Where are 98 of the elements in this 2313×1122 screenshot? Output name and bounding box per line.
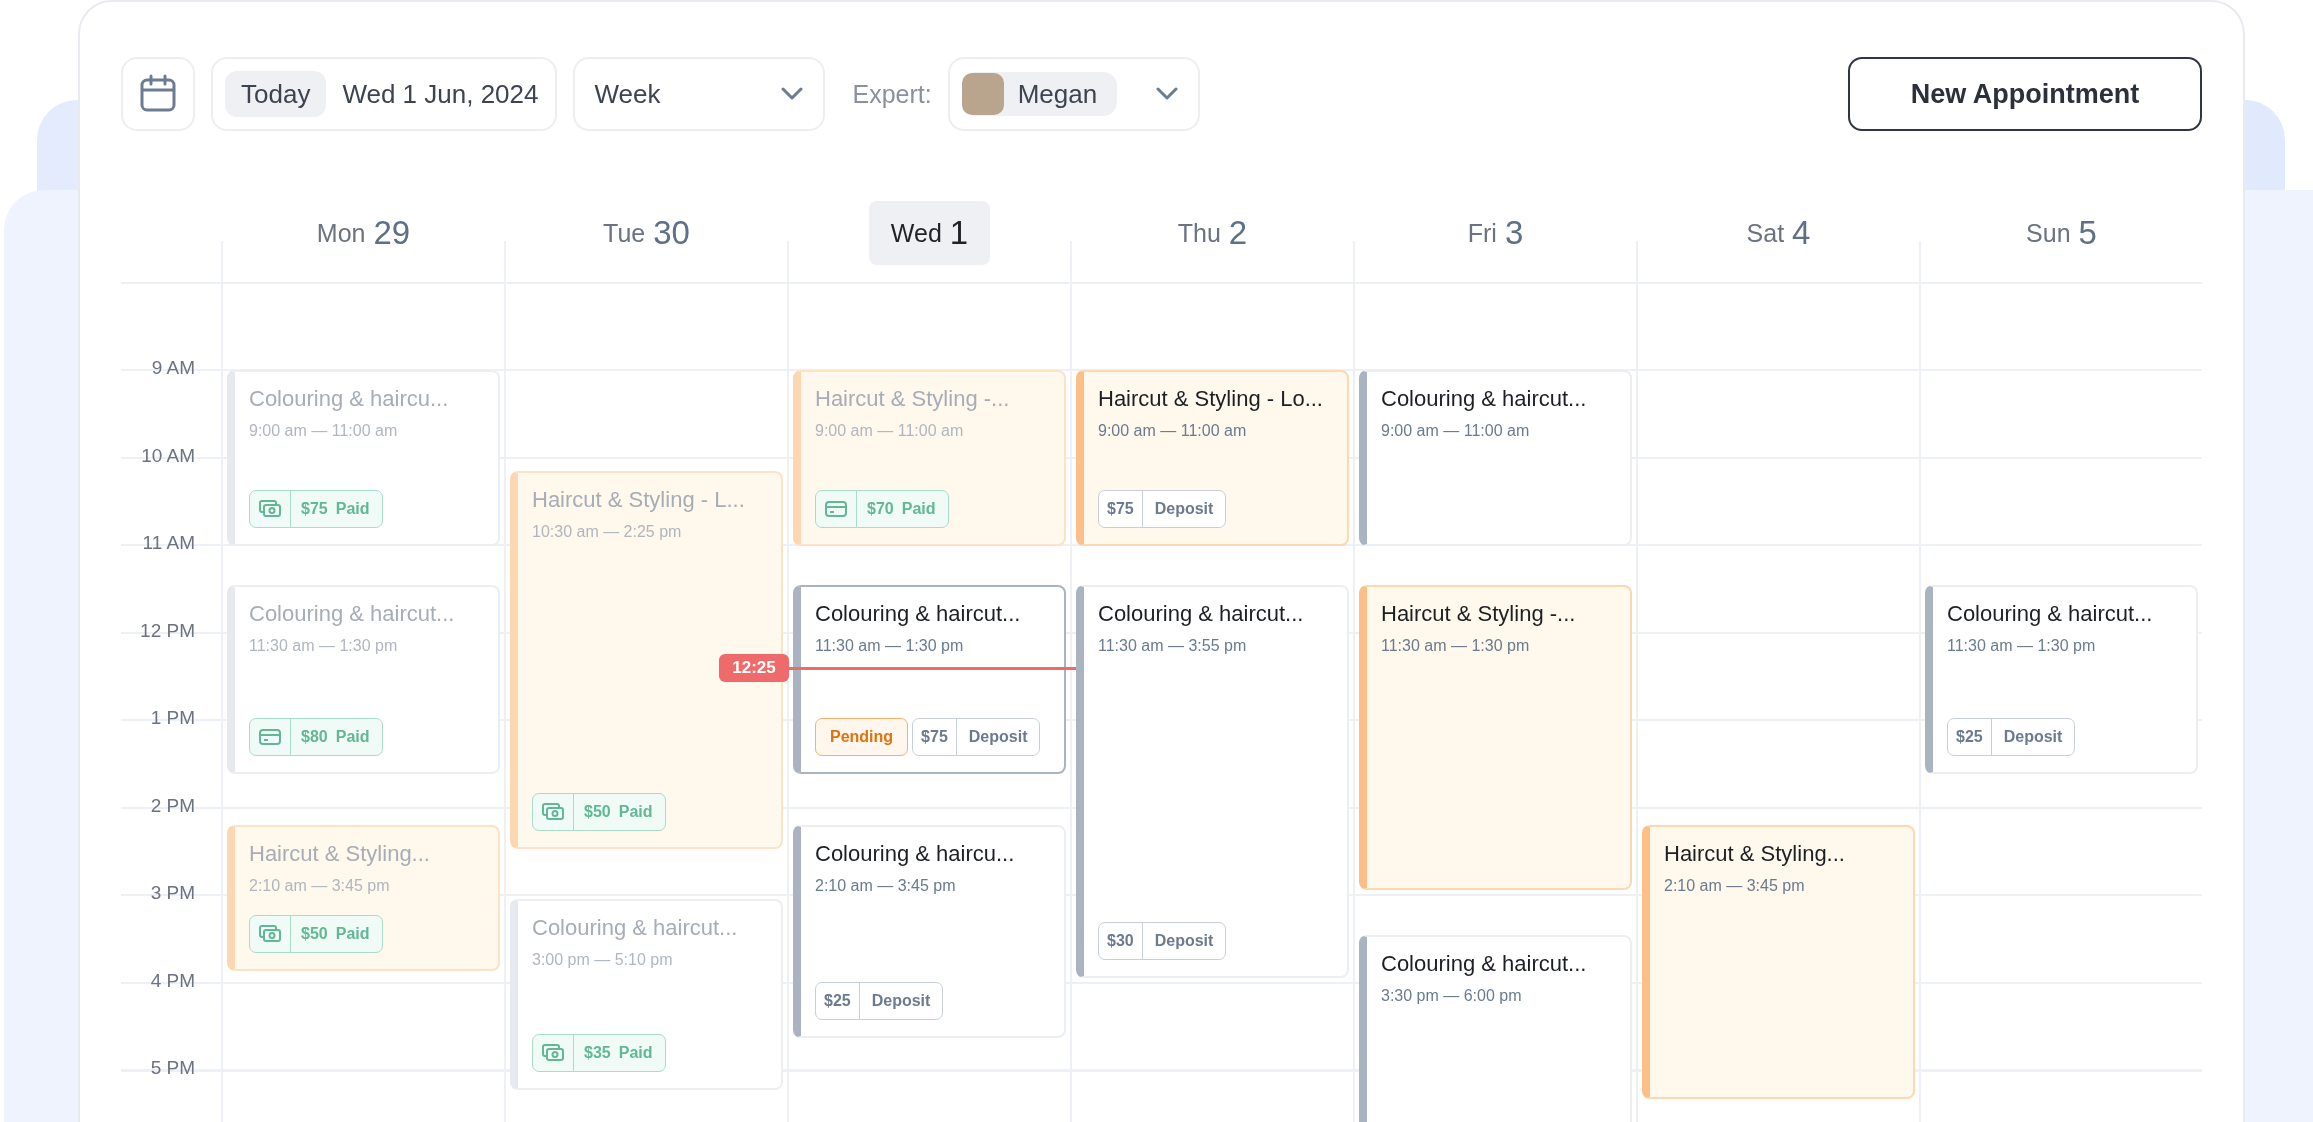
appointment-title: Haircut & Styling...: [1664, 840, 1846, 867]
appointment-title: Haircut & Styling...: [249, 840, 431, 867]
appointment-time: 2:10 am — 3:45 pm: [249, 876, 391, 895]
current-time-label: 12:25: [719, 654, 789, 683]
appointment-time: 9:00 am — 11:00 am: [1098, 421, 1248, 440]
cash-icon: [541, 802, 565, 822]
hour-label: 2 PM: [149, 794, 196, 818]
payment-status: Paid: [334, 727, 371, 746]
payment-status: Paid: [617, 803, 654, 821]
view-select[interactable]: Week: [572, 57, 825, 131]
amount-text: $30: [1099, 922, 1143, 959]
payment-status: Paid: [334, 924, 371, 943]
day-header[interactable]: Sat 4: [1724, 201, 1833, 265]
status-badge: Pending: [815, 717, 909, 756]
day-header[interactable]: Thu 2: [1155, 201, 1270, 265]
day-header[interactable]: Tue 30: [581, 201, 712, 265]
expert-label: Expert:: [852, 79, 932, 109]
amount-text: $75: [913, 718, 957, 755]
appointment-time: 2:10 am — 3:45 pm: [1664, 876, 1806, 895]
appointment-card[interactable]: Colouring & haircut... 11:30 am — 3:55 pm $30 Deposit: [1076, 584, 1349, 978]
calendar-icon: [139, 74, 177, 114]
new-appointment-button[interactable]: New Appointment: [1848, 57, 2202, 131]
appointment-time: 9:00 am — 11:00 am: [1381, 421, 1531, 440]
appointment-time: 11:30 am — 1:30 pm: [815, 636, 965, 655]
expert-select[interactable]: Megan: [947, 57, 1200, 131]
hour-label: 1 PM: [149, 707, 196, 730]
credit-card-icon: [824, 499, 848, 520]
amount-text: $70: [866, 500, 894, 519]
day-header[interactable]: Wed 1: [868, 201, 991, 265]
current-date: Wed 1 Jun, 2024: [342, 78, 539, 110]
appointment-card[interactable]: Colouring & haircut... 3:30 pm — 6:00 pm: [1359, 934, 1632, 1122]
amount-text: $75: [300, 500, 328, 519]
appointment-title: Colouring & haircut...: [1947, 600, 2154, 627]
chevron-down-icon: [780, 87, 803, 101]
appointment-time: 11:30 am — 1:30 pm: [1381, 636, 1531, 655]
appointment-title: Colouring & haircut...: [1098, 600, 1305, 627]
appointment-time: 3:30 pm — 6:00 pm: [1381, 986, 1523, 1005]
deposit-label: Deposit: [870, 992, 932, 1010]
amount-text: $25: [1948, 718, 1992, 755]
appointment-title: Haircut & Styling - L...: [532, 487, 746, 513]
hour-label: 4 PM: [149, 969, 196, 993]
amount-text: $75: [1099, 491, 1143, 528]
appointment-title: Colouring & haircut...: [815, 600, 1022, 627]
payment-status: Paid: [617, 1043, 654, 1062]
appointment-title: Colouring & haircu...: [815, 840, 1016, 867]
hour-label: 10 AM: [140, 444, 196, 468]
appointment-time: 11:30 am — 1:30 pm: [1947, 636, 2097, 655]
appointment-time: 9:00 am — 11:00 am: [815, 421, 965, 440]
appointment-time: 11:30 am — 1:30 pm: [249, 636, 399, 655]
appointment-title: Haircut & Styling -...: [1381, 600, 1577, 627]
appointment-card[interactable]: Haircut & Styling - Lo... 9:00 am — 11:00 am $75 Deposit: [1076, 369, 1349, 547]
amount-text: $25: [816, 983, 860, 1019]
appointment-title: Haircut & Styling - Lo...: [1098, 385, 1324, 412]
today-button[interactable]: Today: [225, 71, 327, 117]
appointment-card[interactable]: Haircut & Styling... 2:10 am — 3:45 pm: [1642, 824, 1915, 1100]
payment-status: Paid: [334, 500, 371, 519]
hour-label: 5 PM: [149, 1057, 196, 1080]
appointment-card[interactable]: Colouring & haircu... 2:10 am — 3:45 pm $25 Deposit: [793, 824, 1066, 1038]
hour-label: 9 AM: [150, 357, 196, 380]
deposit-label: Deposit: [967, 727, 1029, 746]
appointment-title: Haircut & Styling -...: [815, 385, 1011, 412]
deposit-label: Deposit: [1153, 931, 1215, 950]
hour-label: 11 AM: [141, 532, 196, 555]
deposit-label: Deposit: [2002, 727, 2064, 746]
appointment-time: 9:00 am — 11:00 am: [249, 421, 399, 440]
deposit-label: Deposit: [1153, 500, 1215, 519]
expert-name: Megan: [1017, 78, 1098, 110]
day-header[interactable]: Fri 3: [1445, 201, 1546, 265]
calendar-button[interactable]: [121, 57, 195, 131]
payment-status: Paid: [900, 500, 937, 519]
avatar-photo-placeholder: [961, 73, 1004, 115]
day-header[interactable]: Sun 5: [2004, 201, 2119, 265]
day-header[interactable]: Mon 29: [294, 201, 433, 265]
appointment-title: Colouring & haircut...: [249, 600, 456, 627]
cash-icon: [258, 499, 282, 520]
amount-text: $50: [300, 924, 328, 943]
cash-icon: [258, 923, 282, 944]
appointment-title: Colouring & haircut...: [1381, 385, 1588, 412]
appointment-time: 10:30 am — 2:25 pm: [532, 523, 683, 541]
credit-card-icon: [258, 726, 282, 747]
amount-text: $80: [300, 727, 328, 746]
appointment-title: Colouring & haircu...: [249, 385, 450, 412]
view-value: Week: [594, 78, 661, 110]
chevron-down-icon: [1155, 87, 1178, 101]
appointment-time: 3:00 pm — 5:10 pm: [532, 950, 674, 969]
appointment-card[interactable]: Colouring & haircut... 11:30 am — 1:30 pm Pending $75 Deposit: [793, 584, 1066, 774]
hour-label: 3 PM: [149, 882, 196, 905]
appointment-card[interactable]: Haircut & Styling -... 11:30 am — 1:30 pm: [1359, 584, 1632, 891]
appointment-title: Colouring & haircut...: [1381, 950, 1588, 977]
appointment-time: 11:30 am — 3:55 pm: [1098, 636, 1248, 655]
appointment-card[interactable]: Colouring & haircut... 9:00 am — 11:00 am: [1359, 369, 1632, 547]
appointment-card[interactable]: Colouring & haircut... 11:30 am — 1:30 pm $25 Deposit: [1925, 584, 2198, 774]
amount-text: $50: [583, 803, 611, 821]
cash-icon: [541, 1042, 565, 1063]
appointment-title: Colouring & haircut...: [532, 914, 739, 941]
appointment-time: 2:10 am — 3:45 pm: [815, 876, 957, 895]
hour-label: 12 PM: [139, 619, 196, 643]
amount-text: $35: [583, 1043, 611, 1062]
